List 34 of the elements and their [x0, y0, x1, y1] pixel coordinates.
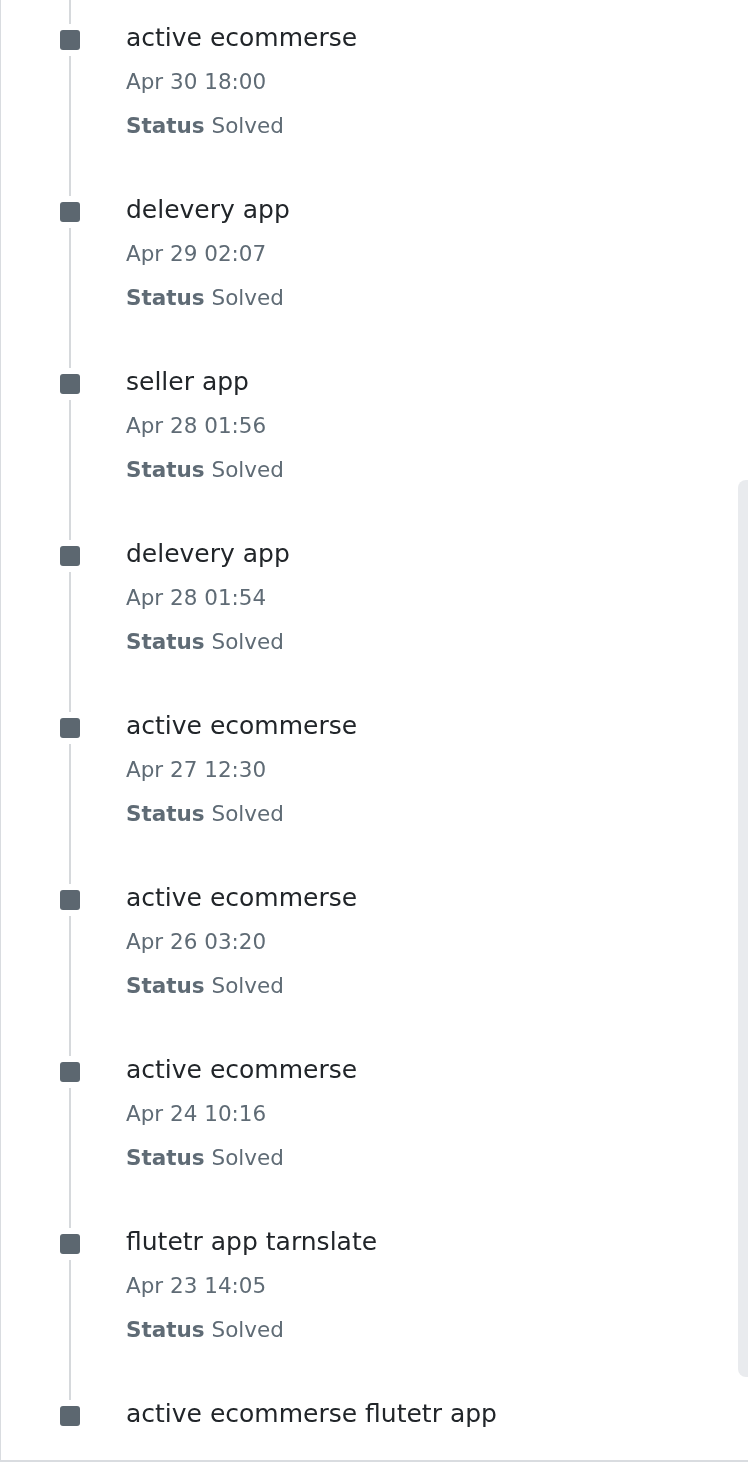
square-marker-icon	[60, 718, 80, 738]
item-title: active ecommerse flutetr app	[126, 1398, 497, 1430]
item-time: Apr 26 03:20	[126, 928, 268, 956]
item-title: flutetr app tarnslate	[126, 1226, 378, 1258]
square-marker-icon	[60, 546, 80, 566]
square-marker-icon	[60, 1234, 80, 1254]
square-marker-icon	[60, 30, 80, 50]
item-title: active ecommerse	[126, 710, 358, 742]
item-title: active ecommerse	[126, 22, 358, 54]
square-marker-icon	[60, 890, 80, 910]
item-time: Apr 29 02:07	[126, 240, 268, 268]
item-time: Apr 30 18:00	[126, 68, 268, 96]
item-title: delevery app	[126, 194, 290, 226]
item-title: active ecommerse	[126, 1054, 358, 1086]
item-title: delevery app	[126, 538, 290, 570]
item-time: Apr 28 01:56	[126, 412, 268, 440]
status-text: Status Solved	[126, 1316, 285, 1344]
item-time: Apr 24 10:16	[126, 1100, 268, 1128]
item-time: Apr 27 12:30	[126, 756, 268, 784]
status-text: Status Solved	[126, 628, 285, 656]
status-text: Status Solved	[126, 284, 285, 312]
item-time: Apr 23 14:05	[126, 1272, 268, 1300]
square-marker-icon	[60, 374, 80, 394]
item-time: Apr 28 01:54	[126, 584, 268, 612]
item-title: seller app	[126, 366, 250, 398]
status-text: Status Solved	[126, 800, 285, 828]
item-title: active ecommerse	[126, 882, 358, 914]
status-text: Status Solved	[126, 456, 284, 484]
status-text: Status Solved	[126, 972, 285, 1000]
status-text: Status Solved	[126, 112, 285, 140]
status-text: Status Solved	[126, 1144, 285, 1172]
square-marker-icon	[60, 202, 80, 222]
square-marker-icon	[60, 1062, 80, 1082]
square-marker-icon	[60, 1406, 80, 1426]
